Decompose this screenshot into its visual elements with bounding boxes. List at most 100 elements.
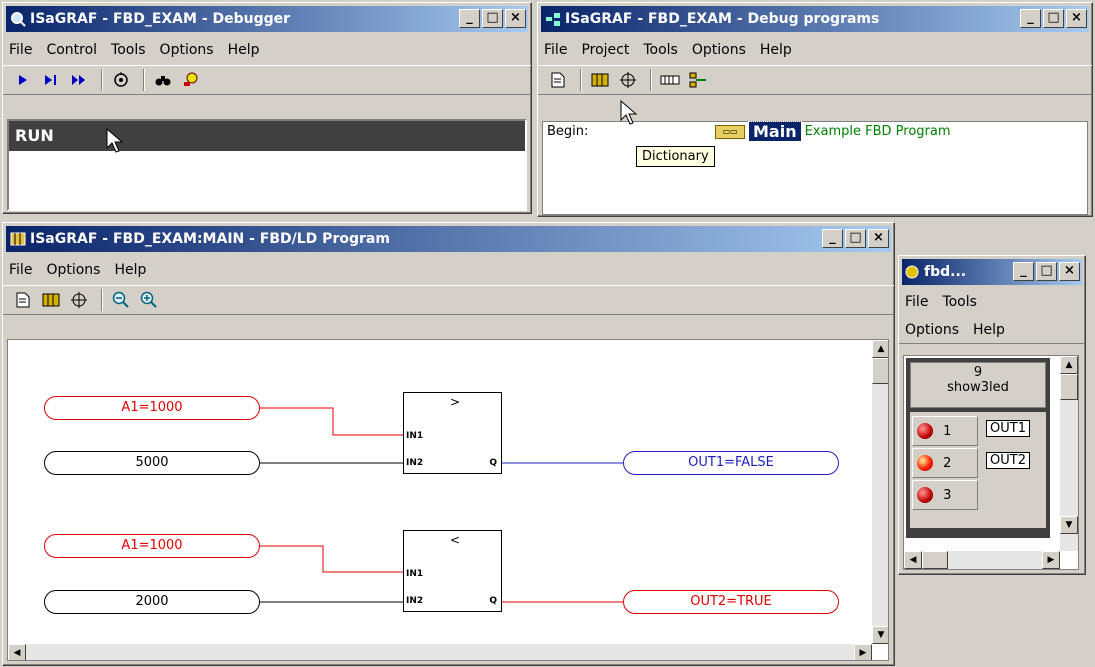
debugger-status-panel: RUN <box>7 119 527 211</box>
pin-q: Q <box>489 458 497 468</box>
close-button[interactable]: × <box>505 9 526 28</box>
zoom-out-icon[interactable] <box>109 289 133 311</box>
io-icon[interactable] <box>658 69 682 91</box>
horizontal-scrollbar[interactable]: ◀ ▶ <box>8 644 872 660</box>
run-icon[interactable] <box>11 69 35 91</box>
minimize-button[interactable]: _ <box>1020 9 1041 28</box>
scroll-thumb[interactable] <box>922 551 948 569</box>
pin-q: Q <box>489 596 497 606</box>
cycle-icon[interactable] <box>109 69 133 91</box>
output-out2-node[interactable]: OUT2=TRUE <box>623 590 839 614</box>
menu-options[interactable]: Options <box>160 42 214 58</box>
menu-tools[interactable]: Tools <box>111 42 146 58</box>
menu-options[interactable]: Options <box>46 262 100 278</box>
step-icon[interactable] <box>39 69 63 91</box>
debugger-title: ISaGRAF - FBD_EXAM - Debugger <box>30 11 291 27</box>
scroll-down-button[interactable]: ▼ <box>1060 516 1078 534</box>
input-a1-node[interactable]: A1=1000 <box>44 396 260 420</box>
menu-tools[interactable]: Tools <box>942 294 977 310</box>
menu-file[interactable]: File <box>9 262 32 278</box>
scroll-thumb[interactable] <box>1060 374 1078 400</box>
binoculars-icon[interactable] <box>151 69 175 91</box>
fbd-canvas[interactable]: A1=1000 5000 > IN1 IN2 Q OUT1=FALSE A1=1… <box>7 339 889 661</box>
connection-icon[interactable] <box>686 69 710 91</box>
greater-than-block[interactable]: > IN1 IN2 Q <box>403 392 502 474</box>
fbd-title: ISaGRAF - FBD_EXAM:MAIN - FBD/LD Program <box>30 231 390 247</box>
less-than-block[interactable]: < IN1 IN2 Q <box>403 530 502 612</box>
mouse-cursor-icon <box>106 128 124 153</box>
block-header: 9 show3led <box>910 362 1046 408</box>
maximize-button[interactable]: □ <box>1036 262 1057 281</box>
scroll-right-button[interactable]: ▶ <box>854 644 872 660</box>
dictionary-tooltip: Dictionary <box>636 146 715 167</box>
separator <box>650 69 652 91</box>
program-item-main[interactable]: ▭▭ Main Example FBD Program <box>715 121 951 142</box>
document-icon[interactable] <box>546 69 570 91</box>
led-row-3: 3 <box>912 480 978 510</box>
close-button[interactable]: × <box>1066 9 1087 28</box>
output-out2-label: OUT2=TRUE <box>690 594 772 609</box>
pin-in1: IN1 <box>406 569 424 579</box>
minimize-button[interactable]: _ <box>1013 262 1034 281</box>
vertical-scrollbar[interactable]: ▲ ▼ <box>1060 356 1078 551</box>
output-out1-node[interactable]: OUT1=FALSE <box>623 451 839 475</box>
spy-icon[interactable] <box>179 69 203 91</box>
menu-control[interactable]: Control <box>46 42 97 58</box>
menu-help[interactable]: Help <box>228 42 260 58</box>
fbd-menubar: File Options Help <box>3 255 894 285</box>
minimize-button[interactable]: _ <box>459 9 480 28</box>
menu-project[interactable]: Project <box>581 42 629 58</box>
vertical-scrollbar[interactable]: ▲ ▼ <box>872 340 888 644</box>
scroll-thumb[interactable] <box>872 358 888 384</box>
separator <box>101 289 103 311</box>
menu-file[interactable]: File <box>905 294 928 310</box>
input-a1-label-2: A1=1000 <box>121 538 183 553</box>
scroll-left-button[interactable]: ◀ <box>904 551 922 569</box>
menu-options[interactable]: Options <box>692 42 746 58</box>
led-block: 9 show3led 1 OUT1 2 OUT2 3 <box>906 358 1050 538</box>
link-icon[interactable] <box>616 69 640 91</box>
input-a1-node-2[interactable]: A1=1000 <box>44 534 260 558</box>
dictionary-icon[interactable] <box>39 289 63 311</box>
debug-programs-titlebar[interactable]: ISaGRAF - FBD_EXAM - Debug programs _ □ … <box>541 6 1089 32</box>
zoom-in-icon[interactable] <box>137 289 161 311</box>
maximize-button[interactable]: □ <box>1043 9 1064 28</box>
led-3-icon <box>917 487 933 503</box>
maximize-button[interactable]: □ <box>845 229 866 248</box>
input-5000-node[interactable]: 5000 <box>44 451 260 475</box>
menu-help[interactable]: Help <box>760 42 792 58</box>
input-5000-label: 5000 <box>135 455 169 470</box>
menu-tools[interactable]: Tools <box>643 42 678 58</box>
close-button[interactable]: × <box>868 229 889 248</box>
run-status-text: RUN <box>15 126 54 145</box>
document-icon[interactable] <box>11 289 35 311</box>
fbd-program-window: ISaGRAF - FBD_EXAM:MAIN - FBD/LD Program… <box>2 222 895 666</box>
show3led-title: fbd... <box>924 264 967 280</box>
scroll-left-button[interactable]: ◀ <box>8 644 26 660</box>
scroll-up-button[interactable]: ▲ <box>1060 356 1078 374</box>
debug-programs-menubar: File Project Tools Options Help <box>538 35 1092 65</box>
led-1-number: 1 <box>943 423 952 439</box>
show3led-titlebar[interactable]: fbd... _ □ × <box>902 259 1082 285</box>
maximize-button[interactable]: □ <box>482 9 503 28</box>
menu-options[interactable]: Options <box>905 322 959 338</box>
fbd-icon <box>10 231 26 247</box>
scroll-down-button[interactable]: ▼ <box>872 626 888 644</box>
menu-file[interactable]: File <box>544 42 567 58</box>
scroll-right-button[interactable]: ▶ <box>1042 551 1060 569</box>
input-2000-node[interactable]: 2000 <box>44 590 260 614</box>
fast-forward-icon[interactable] <box>67 69 91 91</box>
horizontal-scrollbar[interactable]: ◀ ▶ <box>904 551 1060 569</box>
menu-file[interactable]: File <box>9 42 32 58</box>
minimize-button[interactable]: _ <box>822 229 843 248</box>
scroll-up-button[interactable]: ▲ <box>872 340 888 358</box>
menu-help[interactable]: Help <box>973 322 1005 338</box>
debug-programs-title: ISaGRAF - FBD_EXAM - Debug programs <box>565 11 880 27</box>
program-description: Example FBD Program <box>804 124 951 139</box>
dictionary-icon[interactable] <box>588 69 612 91</box>
link-icon[interactable] <box>67 289 91 311</box>
menu-help[interactable]: Help <box>114 262 146 278</box>
debugger-titlebar[interactable]: ISaGRAF - FBD_EXAM - Debugger _ □ × <box>6 6 528 32</box>
close-button[interactable]: × <box>1059 262 1080 281</box>
fbd-titlebar[interactable]: ISaGRAF - FBD_EXAM:MAIN - FBD/LD Program… <box>6 226 891 252</box>
